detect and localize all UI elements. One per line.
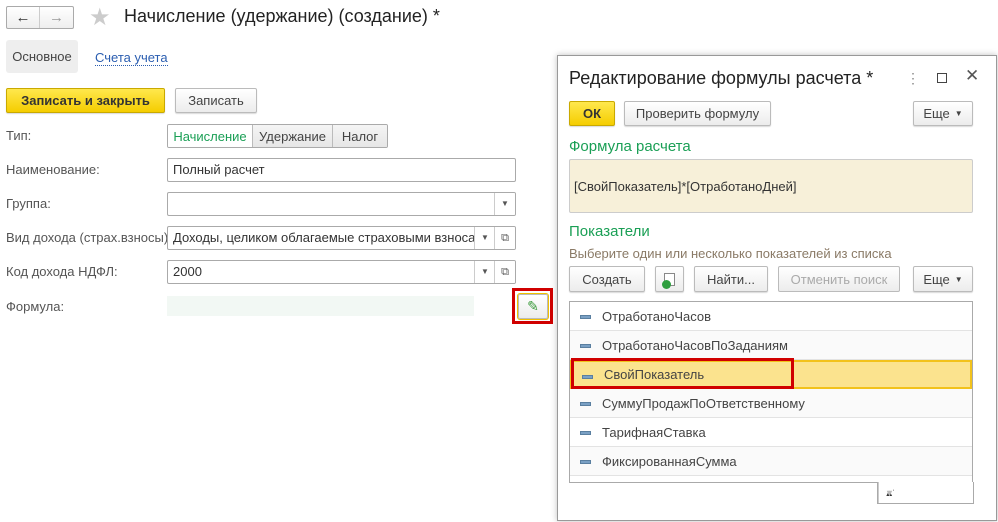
- more-label: Еще: [923, 106, 950, 121]
- list-item[interactable]: ОтработаноЧасовПоЗаданиям: [570, 331, 972, 360]
- new-document-icon: [662, 272, 675, 289]
- ok-button[interactable]: ОК: [569, 101, 615, 126]
- formula-field[interactable]: [167, 296, 474, 316]
- create-button[interactable]: Создать: [569, 266, 645, 292]
- chevron-down-icon[interactable]: ▼: [474, 227, 495, 249]
- indicators-heading: Показатели: [569, 223, 650, 240]
- maximize-icon[interactable]: [937, 73, 947, 83]
- income-kind-input[interactable]: Доходы, целиком облагаемые страховыми вз…: [167, 226, 516, 250]
- income-kind-value: Доходы, целиком облагаемые страховыми вз…: [173, 230, 492, 245]
- chevron-down-icon: ▼: [954, 109, 963, 118]
- list-item[interactable]: ТарифнаяСтавка: [570, 418, 972, 447]
- more-label: Еще: [923, 271, 950, 287]
- item-icon: [580, 402, 591, 406]
- arrow-right-icon: →: [49, 9, 64, 26]
- item-icon: [580, 460, 591, 464]
- chevron-down-icon[interactable]: ▼: [494, 193, 515, 215]
- type-option-accrual[interactable]: Начисление: [168, 125, 253, 147]
- page-title: Начисление (удержание) (создание) *: [124, 6, 440, 26]
- income-kind-label: Вид дохода (страх.взносы):: [6, 230, 172, 245]
- selected-item-highlight: [571, 358, 794, 389]
- type-option-deduction[interactable]: Удержание: [253, 125, 333, 147]
- formula-textarea[interactable]: [СвойПоказатель]*[ОтработаноДней]: [569, 159, 973, 213]
- back-button[interactable]: ←: [7, 7, 41, 28]
- ndfl-label: Код дохода НДФЛ:: [6, 264, 118, 279]
- save-and-close-button[interactable]: Записать и закрыть: [6, 88, 165, 113]
- pencil-icon: ✎: [527, 298, 539, 314]
- cancel-search-button[interactable]: Отменить поиск: [778, 266, 900, 292]
- item-label: ОтработаноЧасовПоЗаданиям: [602, 337, 788, 353]
- forward-button[interactable]: →: [40, 7, 73, 28]
- type-switch: Начисление Удержание Налог: [167, 124, 388, 148]
- ndfl-input[interactable]: 2000 ▼ ⧉: [167, 260, 516, 284]
- item-icon: [580, 344, 591, 348]
- formula-text: [СвойПоказатель]*[ОтработаноДней]: [574, 179, 797, 194]
- group-label: Группа:: [6, 196, 51, 211]
- tab-accounts[interactable]: Счета учета: [95, 50, 168, 66]
- open-icon[interactable]: ⧉: [494, 261, 515, 283]
- type-label: Тип:: [6, 128, 32, 143]
- name-input[interactable]: Полный расчет: [167, 158, 516, 182]
- formula-heading: Формула расчета: [569, 138, 691, 155]
- list-nav: ▲̇ ▲ ▼ ▼: [877, 482, 974, 504]
- item-label: СуммуПродажПоОтветственному: [602, 395, 805, 411]
- chevron-down-icon: ▼: [954, 274, 963, 284]
- dialog-title: Редактирование формулы расчета *: [569, 68, 874, 88]
- arrow-left-icon: ←: [15, 9, 31, 26]
- nav-buttons: ← →: [6, 6, 74, 29]
- list-item[interactable]: ОтработаноЧасов: [570, 302, 972, 331]
- ndfl-value: 2000: [173, 264, 202, 279]
- copy-add-button[interactable]: [655, 266, 684, 292]
- star-icon[interactable]: ★: [89, 3, 111, 32]
- more-button[interactable]: Еще ▼: [913, 101, 973, 126]
- more-button-2[interactable]: Еще ▼: [913, 266, 973, 292]
- group-input[interactable]: ▼: [167, 192, 516, 216]
- check-formula-button[interactable]: Проверить формулу: [624, 101, 771, 126]
- name-label: Наименование:: [6, 162, 100, 177]
- chevron-down-icon[interactable]: ▼: [474, 261, 495, 283]
- move-last-icon[interactable]: ▼: [878, 482, 900, 503]
- formula-label: Формула:: [6, 299, 65, 314]
- item-icon: [580, 431, 591, 435]
- item-icon: [580, 315, 591, 319]
- edit-formula-button[interactable]: ✎: [517, 293, 549, 320]
- close-icon[interactable]: ✕: [965, 66, 979, 86]
- type-option-tax[interactable]: Налог: [333, 125, 387, 147]
- item-label: ОтработаноЧасов: [602, 308, 712, 324]
- more-vert-icon[interactable]: ⋮: [906, 70, 920, 87]
- list-item[interactable]: СуммуПродажПоОтветственному: [570, 389, 972, 418]
- indicators-hint: Выберите один или несколько показателей …: [569, 246, 892, 261]
- find-button[interactable]: Найти...: [694, 266, 768, 292]
- tab-main[interactable]: Основное: [6, 40, 78, 73]
- list-item[interactable]: ФиксированнаяСумма: [570, 447, 972, 476]
- item-label: ТарифнаяСтавка: [602, 424, 706, 440]
- open-icon[interactable]: ⧉: [494, 227, 515, 249]
- item-label: ФиксированнаяСумма: [602, 453, 737, 469]
- save-button[interactable]: Записать: [175, 88, 257, 113]
